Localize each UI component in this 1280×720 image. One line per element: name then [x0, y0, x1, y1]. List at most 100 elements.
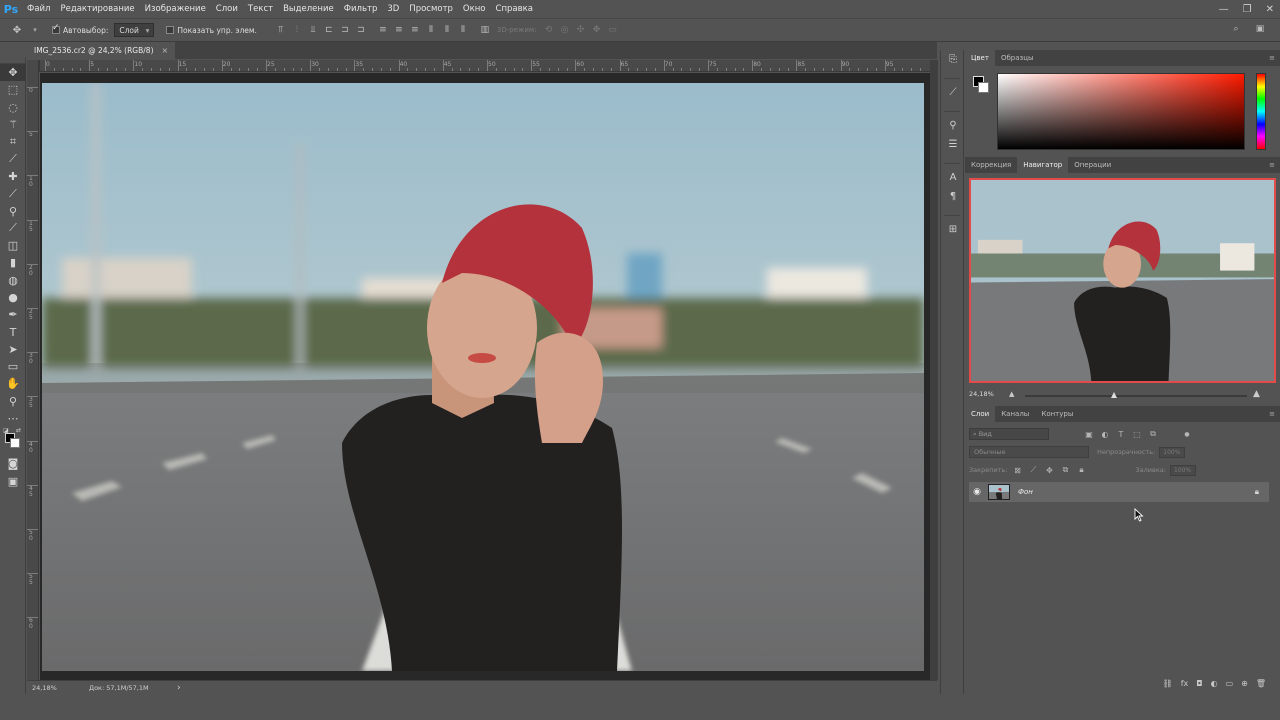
clone-stamp-tool-icon[interactable]: ⚲ — [0, 202, 26, 219]
distribute-bottom-icon[interactable]: ≡ — [409, 24, 421, 36]
close-window-button[interactable]: ✕ — [1266, 4, 1274, 15]
hue-slider[interactable] — [1256, 73, 1266, 150]
navigator-zoom-slider[interactable] — [1025, 392, 1247, 398]
history-panel-icon[interactable]: ⎘ — [941, 50, 965, 69]
delete-layer-icon[interactable]: 🗑︎ — [1256, 679, 1266, 688]
menu-window[interactable]: Окно — [458, 0, 491, 18]
distribute-left-icon[interactable]: ⦀ — [425, 24, 437, 36]
add-mask-icon[interactable]: ◘ — [1196, 679, 1202, 688]
status-zoom-value[interactable]: 24,18% — [27, 684, 67, 692]
color-panel-menu-icon[interactable]: ≡ — [1269, 54, 1275, 62]
3d-slide-icon[interactable]: ✥ — [591, 24, 603, 36]
layer-name[interactable]: Фон — [1018, 488, 1033, 496]
navigator-zoom-value[interactable]: 24,18% — [969, 390, 994, 398]
vertical-scrollbar[interactable] — [930, 60, 938, 680]
eyedropper-tool-icon[interactable]: ⟋ — [0, 150, 26, 167]
dodge-tool-icon[interactable]: ● — [0, 289, 26, 306]
layers-panel-menu-icon[interactable]: ≡ — [1269, 410, 1275, 418]
rectangle-tool-icon[interactable]: ▭ — [0, 358, 26, 375]
menu-3d[interactable]: 3D — [382, 0, 404, 18]
menu-view[interactable]: Просмотр — [404, 0, 458, 18]
move-tool-preset-icon[interactable]: ✥ — [10, 23, 24, 37]
align-right-icon[interactable]: ⊐ — [355, 24, 367, 36]
move-tool-icon[interactable]: ✥ — [0, 64, 26, 82]
path-selection-tool-icon[interactable]: ➤ — [0, 341, 26, 358]
pen-tool-icon[interactable]: ✒ — [0, 306, 26, 323]
eraser-tool-icon[interactable]: ◫ — [0, 237, 26, 254]
healing-brush-tool-icon[interactable]: ✚ — [0, 168, 26, 185]
crop-tool-icon[interactable]: ⌗ — [0, 133, 26, 150]
tab-color[interactable]: Цвет — [965, 50, 995, 66]
layer-lock-icon[interactable]: 🔒︎ — [1255, 487, 1259, 497]
new-group-icon[interactable]: ▭ — [1226, 679, 1234, 688]
lock-pixels-icon[interactable]: ⟋ — [1027, 464, 1039, 476]
tab-channels[interactable]: Каналы — [995, 406, 1035, 422]
autoselect-checkbox[interactable]: Автовыбор: — [52, 23, 108, 35]
autoselect-check-icon[interactable] — [52, 23, 60, 34]
layer-row[interactable]: ◉ Фон 🔒︎ — [969, 482, 1269, 502]
new-layer-icon[interactable]: ⊕ — [1241, 679, 1248, 688]
screen-mode-icon[interactable]: ▣ — [0, 473, 26, 490]
vertical-ruler[interactable]: 0 5 10 15 20 25 30 35 40 45 50 55 60 — [27, 60, 39, 680]
autoselect-target-select[interactable]: Слой ▾ — [114, 23, 155, 37]
menu-type[interactable]: Текст — [243, 0, 278, 18]
hand-tool-icon[interactable]: ✋ — [0, 375, 26, 392]
menu-layer[interactable]: Слои — [211, 0, 243, 18]
zoom-slider-knob[interactable] — [1111, 392, 1117, 398]
search-icon[interactable]: ⌕ — [1230, 23, 1242, 35]
document-tab[interactable]: IMG_2536.cr2 @ 24,2% (RGB/8) × — [27, 42, 176, 59]
tab-swatches[interactable]: Образцы — [995, 50, 1040, 66]
blend-mode-select[interactable]: Обычные — [969, 446, 1089, 458]
tab-layers[interactable]: Слои — [965, 406, 996, 422]
minimize-button[interactable]: — — [1219, 4, 1229, 15]
lock-all-icon[interactable]: 🔒︎ — [1075, 464, 1087, 476]
menu-filter[interactable]: Фильтр — [339, 0, 383, 18]
layer-kind-filter[interactable]: ⌕ Вид — [969, 428, 1049, 440]
distribute-vcenter-icon[interactable]: ≡ — [393, 24, 405, 36]
panel-background-swatch[interactable] — [978, 82, 989, 93]
type-tool-icon[interactable]: T — [0, 323, 26, 340]
tab-actions[interactable]: Операции — [1068, 157, 1117, 173]
visibility-eye-icon[interactable]: ◉ — [969, 487, 985, 497]
align-hcenter-icon[interactable]: ⊐ — [339, 24, 351, 36]
distribute-top-icon[interactable]: ≡ — [377, 24, 389, 36]
3d-scale-icon[interactable]: ▭ — [607, 24, 619, 36]
zoom-in-icon[interactable]: ▲ — [1253, 389, 1260, 399]
link-layers-icon[interactable]: ⛓ — [1163, 679, 1173, 688]
align-vcenter-icon[interactable]: ⫶ — [291, 24, 303, 36]
3d-drag-icon[interactable]: ✣ — [575, 24, 587, 36]
close-tab-icon[interactable]: × — [162, 46, 169, 55]
filter-smart-object-icon[interactable]: ⧉ — [1147, 428, 1159, 440]
zoom-out-icon[interactable]: ▲ — [1009, 390, 1014, 398]
auto-align-icon[interactable]: ▥ — [479, 24, 491, 36]
document-image[interactable] — [42, 83, 924, 671]
blur-tool-icon[interactable]: ◍ — [0, 272, 26, 289]
show-transform-checkbox[interactable]: Показать упр. элем. — [166, 26, 257, 35]
background-color-swatch[interactable] — [10, 438, 20, 449]
lasso-tool-icon[interactable]: ◌ — [0, 99, 26, 116]
color-swatches[interactable]: ◪ ⇄ — [0, 427, 26, 455]
brush-presets-icon[interactable]: ⟋ — [941, 83, 965, 102]
more-tools-icon[interactable]: ⋯ — [0, 410, 26, 427]
opacity-input[interactable]: 100% — [1159, 446, 1186, 458]
align-top-icon[interactable]: ⫪ — [275, 24, 287, 36]
zoom-tool-icon[interactable]: ⚲ — [0, 393, 26, 410]
align-left-icon[interactable]: ⊏ — [323, 24, 335, 36]
filter-adjustment-icon[interactable]: ◐ — [1099, 428, 1111, 440]
tab-navigator[interactable]: Навигатор — [1017, 157, 1069, 173]
menu-edit[interactable]: Редактирование — [55, 0, 139, 18]
navigator-preview[interactable] — [969, 178, 1276, 383]
3d-roll-icon[interactable]: ◎ — [559, 24, 571, 36]
menu-help[interactable]: Справка — [491, 0, 538, 18]
menu-image[interactable]: Изображение — [140, 0, 211, 18]
filter-pixel-icon[interactable]: ▣ — [1083, 428, 1095, 440]
lock-position-icon[interactable]: ✥ — [1043, 464, 1055, 476]
preset-dropdown-chevron-icon[interactable]: ▾ — [28, 23, 42, 37]
lock-transparency-icon[interactable]: ⊠ — [1011, 464, 1023, 476]
menu-select[interactable]: Выделение — [278, 0, 339, 18]
fill-input[interactable]: 100% — [1169, 464, 1196, 476]
navigator-panel-menu-icon[interactable]: ≡ — [1269, 161, 1275, 169]
horizontal-ruler[interactable]: 0 5 10 15 20 25 30 35 40 45 50 55 60 65 70 75 80 85 90 95 — [40, 60, 930, 72]
layer-style-icon[interactable]: fx — [1181, 679, 1189, 688]
distribute-hcenter-icon[interactable]: ⦀ — [441, 24, 453, 36]
